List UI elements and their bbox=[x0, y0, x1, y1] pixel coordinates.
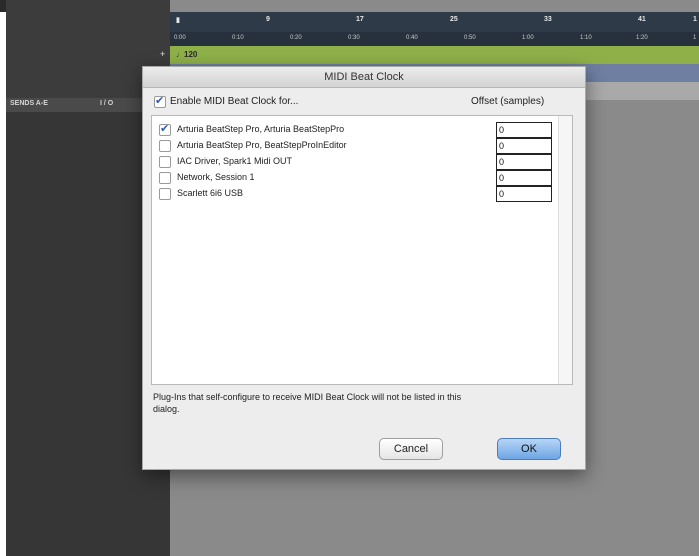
offset-field[interactable] bbox=[496, 186, 552, 202]
device-checkbox[interactable] bbox=[159, 156, 171, 168]
list-item[interactable]: IAC Driver, Spark1 Midi OUT bbox=[152, 154, 556, 170]
device-label: Arturia BeatStep Pro, Arturia BeatStepPr… bbox=[177, 124, 345, 134]
time-label: 1 bbox=[693, 35, 697, 41]
daw-window: SENDS A-E I / O ▮ 9 17 25 33 41 1 0:00 0… bbox=[0, 0, 699, 556]
enable-midi-beat-clock-label: Enable MIDI Beat Clock for... bbox=[170, 96, 299, 107]
time-label: 0:00 bbox=[174, 35, 186, 41]
time-label: 0:30 bbox=[348, 35, 360, 41]
device-label: Network, Session 1 bbox=[177, 172, 255, 182]
dialog-title[interactable]: MIDI Beat Clock bbox=[143, 67, 585, 88]
bar-label: 41 bbox=[638, 16, 646, 23]
list-item[interactable]: Network, Session 1 bbox=[152, 170, 556, 186]
bar-label: 1 bbox=[693, 16, 697, 23]
list-scrollbar[interactable] bbox=[558, 116, 572, 384]
time-label: 0:50 bbox=[464, 35, 476, 41]
bar-label: 17 bbox=[356, 16, 364, 23]
time-label: 0:10 bbox=[232, 35, 244, 41]
time-label: 1:00 bbox=[522, 35, 534, 41]
device-checkbox[interactable] bbox=[159, 172, 171, 184]
device-label: IAC Driver, Spark1 Midi OUT bbox=[177, 156, 293, 166]
device-list[interactable]: Arturia BeatStep Pro, Arturia BeatStepPr… bbox=[151, 115, 573, 385]
list-item[interactable]: Arturia BeatStep Pro, BeatStepProInEdito… bbox=[152, 138, 556, 154]
io-header: I / O bbox=[100, 100, 114, 107]
sends-header: SENDS A-E bbox=[10, 100, 48, 107]
list-item[interactable]: Scarlett 6i6 USB bbox=[152, 186, 556, 202]
bar-label: 9 bbox=[266, 16, 270, 23]
tempo-marker[interactable]: ♩120 bbox=[176, 50, 197, 59]
bar-label: 33 bbox=[544, 16, 552, 23]
offset-field[interactable] bbox=[496, 170, 552, 186]
cancel-button[interactable]: Cancel bbox=[379, 438, 443, 460]
offset-field[interactable] bbox=[496, 122, 552, 138]
tempo-value: 120 bbox=[184, 50, 198, 59]
device-checkbox[interactable] bbox=[159, 188, 171, 200]
playhead-marker-icon[interactable]: ▮ bbox=[176, 16, 180, 24]
enable-midi-beat-clock-checkbox[interactable] bbox=[154, 94, 166, 108]
time-label: 0:40 bbox=[406, 35, 418, 41]
offset-column-header: Offset (samples) bbox=[471, 96, 545, 107]
offset-field[interactable] bbox=[496, 138, 552, 154]
add-tempo-icon[interactable]: + bbox=[160, 49, 165, 59]
plugin-note: Plug-Ins that self-configure to receive … bbox=[153, 392, 462, 414]
list-item[interactable]: Arturia BeatStep Pro, Arturia BeatStepPr… bbox=[152, 122, 556, 138]
bar-ruler[interactable]: ▮ 9 17 25 33 41 1 bbox=[170, 12, 699, 32]
device-label: Scarlett 6i6 USB bbox=[177, 188, 244, 198]
bar-label: 25 bbox=[450, 16, 458, 23]
tempo-track[interactable]: + ♩120 bbox=[160, 46, 699, 64]
device-label: Arturia BeatStep Pro, BeatStepProInEdito… bbox=[177, 140, 347, 150]
time-label: 1:10 bbox=[580, 35, 592, 41]
ok-button[interactable]: OK bbox=[497, 438, 561, 460]
time-ruler[interactable]: 0:00 0:10 0:20 0:30 0:40 0:50 1:00 1:10 … bbox=[170, 32, 699, 46]
time-label: 1:20 bbox=[636, 35, 648, 41]
offset-field[interactable] bbox=[496, 154, 552, 170]
time-label: 0:20 bbox=[290, 35, 302, 41]
device-checkbox[interactable] bbox=[159, 140, 171, 152]
midi-beat-clock-dialog: MIDI Beat Clock Enable MIDI Beat Clock f… bbox=[142, 66, 586, 470]
device-checkbox[interactable] bbox=[159, 122, 171, 136]
